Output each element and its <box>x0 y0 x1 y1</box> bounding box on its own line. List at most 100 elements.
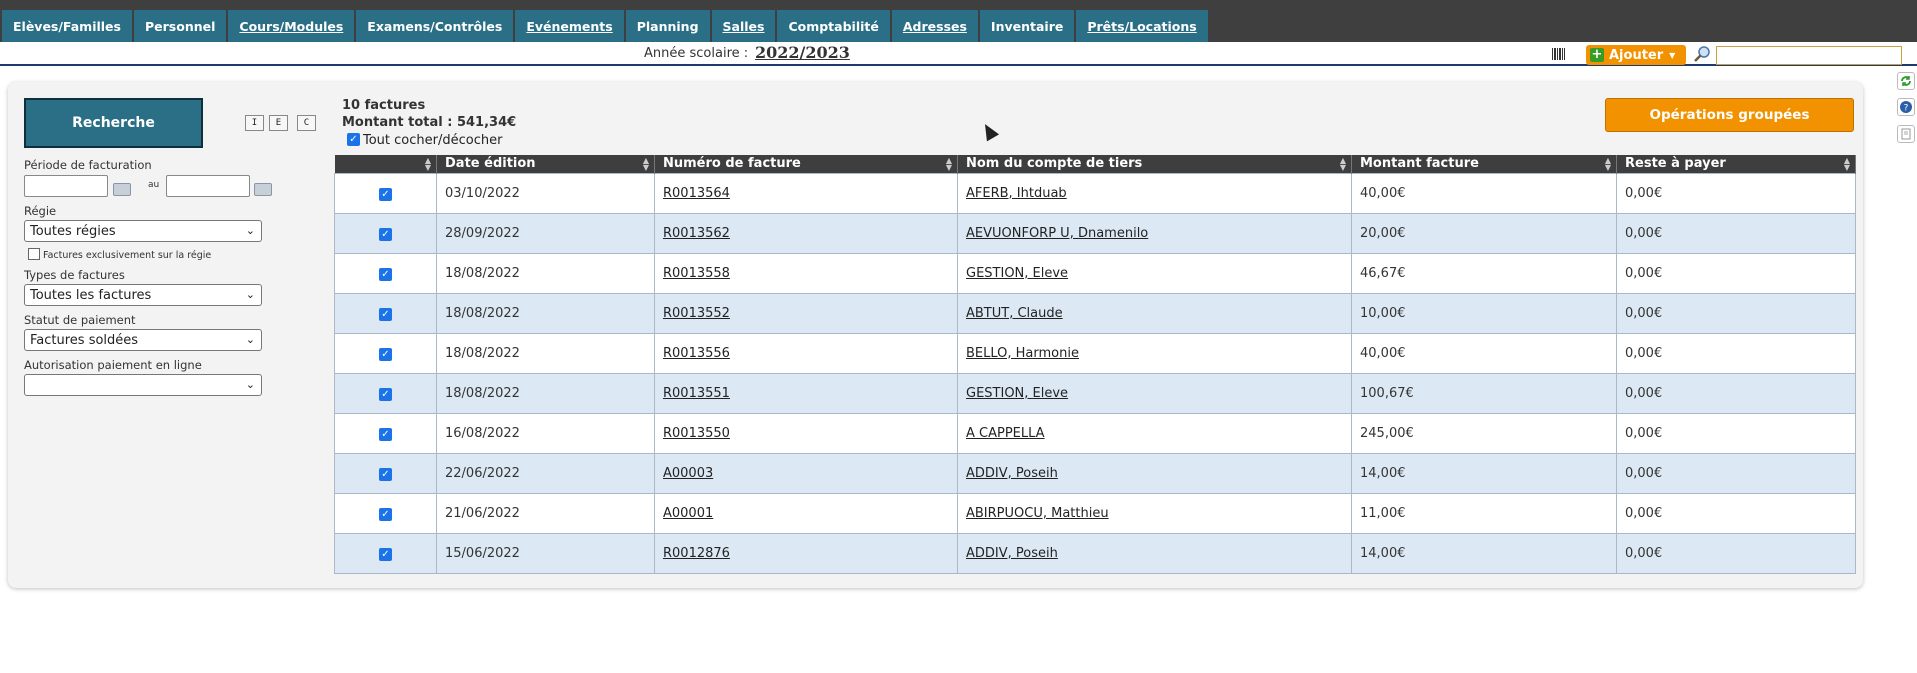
online-payment-select[interactable]: ⌄ <box>24 374 262 396</box>
account-name-link[interactable]: A CAPPELLA <box>966 426 1045 441</box>
remaining-amount: 0,00€ <box>1625 345 1663 361</box>
invoice-number-link[interactable]: R0013552 <box>663 306 730 321</box>
table-row[interactable]: ✓ 18/08/2022 R0013552 ABTUT, Claude 10,00€ 0,… <box>334 292 1856 334</box>
period-from-input[interactable] <box>24 175 108 197</box>
table-row[interactable]: ✓ 03/10/2022 R0013564 AFERB, Ihtduab 40,00€ 0… <box>334 172 1856 214</box>
table-row[interactable]: ✓ 28/09/2022 R0013562 AEVUONFORP U, Dnameni… <box>334 212 1856 254</box>
nav-tab[interactable]: Prêts/Locations <box>1076 10 1208 42</box>
column-header[interactable]: ▲ ▼ <box>334 155 437 173</box>
row-checkbox[interactable]: ✓ <box>379 467 392 481</box>
invoice-number-link[interactable]: A00003 <box>663 466 713 481</box>
column-header-label: Date édition <box>445 156 536 172</box>
help-icon[interactable]: ? <box>1897 98 1915 116</box>
account-name-link[interactable]: ABIRPUOCU, Matthieu <box>966 506 1109 521</box>
nav-tab[interactable]: Comptabilité <box>777 10 890 42</box>
invoice-types-select-value: Toutes les factures <box>30 287 152 303</box>
nav-tab[interactable]: Evénements <box>515 10 624 42</box>
row-checkbox[interactable]: ✓ <box>379 507 392 521</box>
nav-tab[interactable]: Inventaire <box>979 10 1075 42</box>
account-name-link[interactable]: BELLO, Harmonie <box>966 346 1079 361</box>
calendar-icon[interactable] <box>254 183 272 196</box>
grouped-operations-button[interactable]: Opérations groupées <box>1605 98 1854 132</box>
mode-button-i[interactable]: I <box>245 115 264 131</box>
invoice-number-link[interactable]: R0013562 <box>663 226 730 241</box>
invoice-number-link[interactable]: R0013551 <box>663 386 730 401</box>
table-row[interactable]: ✓ 18/08/2022 R0013551 GESTION, Eleve 100,67€… <box>334 372 1856 414</box>
invoice-number-link[interactable]: R0013556 <box>663 346 730 361</box>
invoice-number-link[interactable]: R0013564 <box>663 186 730 201</box>
check-all-label[interactable]: Tout cocher/décocher <box>363 133 502 148</box>
mode-button-e[interactable]: E <box>269 115 288 131</box>
table-row[interactable]: ✓ 16/08/2022 R0013550 A CAPPELLA 245,00€ 0,00… <box>334 412 1856 454</box>
row-checkbox[interactable]: ✓ <box>379 187 392 201</box>
sort-icon[interactable]: ▲ ▼ <box>1605 157 1611 172</box>
row-checkbox[interactable]: ✓ <box>379 347 392 361</box>
account-name-link[interactable]: GESTION, Eleve <box>966 386 1068 401</box>
exclusive-regie-checkbox[interactable] <box>28 248 40 260</box>
table-row[interactable]: ✓ 22/06/2022 A00003 ADDIV, Poseih 14,00€ 0,00… <box>334 452 1856 494</box>
print-icon[interactable] <box>1897 125 1915 143</box>
account-name-link[interactable]: AEVUONFORP U, Dnamenilo <box>966 226 1148 241</box>
column-header[interactable]: Nom du compte de tiers ▲ ▼ <box>957 155 1352 173</box>
account-name-link[interactable]: GESTION, Eleve <box>966 266 1068 281</box>
search-icon[interactable] <box>1693 45 1711 63</box>
check-all-checkbox[interactable]: ✓ <box>347 133 360 146</box>
invoice-number-link[interactable]: A00001 <box>663 506 713 521</box>
invoice-number-link-cell: A00001 <box>654 492 958 534</box>
school-year-bar: Année scolaire : 2022/2023 + Ajouter ▼ <box>0 42 1917 66</box>
nav-tab[interactable]: Cours/Modules <box>228 10 355 42</box>
column-header-label: Reste à payer <box>1625 156 1726 172</box>
refresh-icon[interactable] <box>1897 72 1915 90</box>
top-navigation: Elèves/Familles Personnel Cours/Modules Exa… <box>0 0 1917 42</box>
search-button[interactable]: Recherche <box>24 98 203 148</box>
invoice-amount-cell: 14,00€ <box>1351 532 1617 574</box>
period-to-input[interactable] <box>166 175 250 197</box>
mode-button-c[interactable]: C <box>297 115 316 131</box>
column-header[interactable]: Date édition ▲ ▼ <box>436 155 655 173</box>
invoice-types-select[interactable]: Toutes les factures ⌄ <box>24 284 262 306</box>
row-checkbox[interactable]: ✓ <box>379 427 392 441</box>
account-name-link[interactable]: ADDIV, Poseih <box>966 466 1058 481</box>
nav-tab[interactable]: Elèves/Familles <box>2 10 132 42</box>
edition-date-cell: 18/08/2022 <box>436 372 655 414</box>
nav-tab[interactable]: Adresses <box>891 10 978 42</box>
invoice-number-link[interactable]: R0012876 <box>663 546 730 561</box>
remaining-amount-cell: 0,00€ <box>1616 172 1856 214</box>
sort-icon[interactable]: ▲ ▼ <box>425 157 431 172</box>
column-header[interactable]: Numéro de facture ▲ ▼ <box>654 155 958 173</box>
table-row[interactable]: ✓ 21/06/2022 A00001 ABIRPUOCU, Matthieu 11,0… <box>334 492 1856 534</box>
table-row[interactable]: ✓ 15/06/2022 R0012876 ADDIV, Poseih 14,00€ 0,… <box>334 532 1856 574</box>
account-name-link[interactable]: AFERB, Ihtduab <box>966 186 1067 201</box>
account-name-link[interactable]: ABTUT, Claude <box>966 306 1063 321</box>
table-row[interactable]: ✓ 18/08/2022 R0013556 BELLO, Harmonie 40,00€… <box>334 332 1856 374</box>
regie-select[interactable]: Toutes régies ⌄ <box>24 220 262 242</box>
row-checkbox[interactable]: ✓ <box>379 307 392 321</box>
barcode-icon[interactable] <box>1552 48 1565 60</box>
sort-icon[interactable]: ▲ ▼ <box>643 157 649 172</box>
nav-tab[interactable]: Salles <box>711 10 776 42</box>
payment-status-select[interactable]: Factures soldées ⌄ <box>24 329 262 351</box>
column-header[interactable]: Reste à payer ▲ ▼ <box>1616 155 1856 173</box>
sort-icon[interactable]: ▲ ▼ <box>1844 157 1850 172</box>
column-header[interactable]: Montant facture ▲ ▼ <box>1351 155 1617 173</box>
sort-icon[interactable]: ▲ ▼ <box>1340 157 1346 172</box>
nav-tab[interactable]: Personnel <box>133 10 227 42</box>
school-year-value[interactable]: 2022/2023 <box>755 43 850 62</box>
remaining-amount-cell: 0,00€ <box>1616 532 1856 574</box>
add-button[interactable]: + Ajouter ▼ <box>1586 45 1686 65</box>
row-checkbox[interactable]: ✓ <box>379 387 392 401</box>
invoice-number-link[interactable]: R0013558 <box>663 266 730 281</box>
table-row[interactable]: ✓ 18/08/2022 R0013558 GESTION, Eleve 46,67€ 0… <box>334 252 1856 294</box>
invoice-number-link[interactable]: R0013550 <box>663 426 730 441</box>
nav-tab[interactable]: Examens/Contrôles <box>356 10 514 42</box>
account-name-link[interactable]: ADDIV, Poseih <box>966 546 1058 561</box>
sort-icon[interactable]: ▲ ▼ <box>946 157 952 172</box>
remaining-amount: 0,00€ <box>1625 225 1663 241</box>
calendar-icon[interactable] <box>113 183 131 196</box>
row-checkbox[interactable]: ✓ <box>379 267 392 281</box>
global-search-input[interactable] <box>1716 46 1902 65</box>
caret-down-icon: ▼ <box>1669 50 1676 60</box>
nav-tab[interactable]: Planning <box>625 10 710 42</box>
row-checkbox[interactable]: ✓ <box>379 227 392 241</box>
row-checkbox[interactable]: ✓ <box>379 547 392 561</box>
